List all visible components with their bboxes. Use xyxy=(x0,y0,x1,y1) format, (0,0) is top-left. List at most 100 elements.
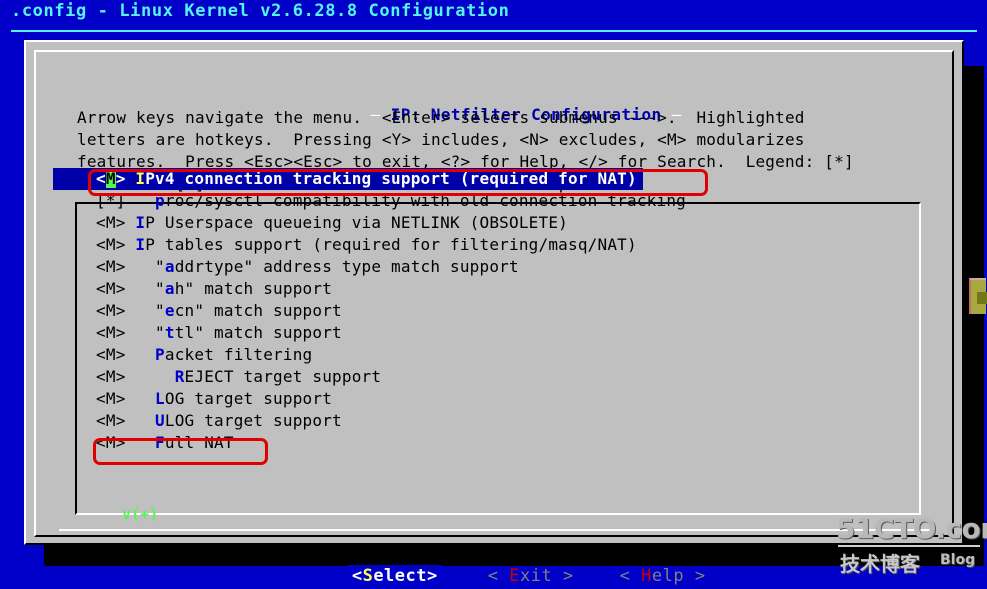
menu-item-label: EJECT target support xyxy=(184,367,382,386)
select-button-hotkey: S xyxy=(362,566,374,586)
button-bar-separator xyxy=(59,529,932,531)
menu-item-state-char: M xyxy=(105,345,116,364)
menu-item-state-open: < xyxy=(96,367,106,386)
help-text-line: Arrow keys navigate the menu. <Enter> se… xyxy=(77,108,805,127)
menu-item-selected[interactable]: <M> IPv4 connection tracking support (re… xyxy=(53,168,643,190)
menu-item-hotkey: e xyxy=(164,301,175,320)
menu-item-state-open: < xyxy=(96,411,106,430)
help-button[interactable]: < Help > xyxy=(620,566,706,586)
menu-item-state-char: M xyxy=(105,235,116,254)
menu-item[interactable]: <M> IPv4 connection tracking support (re… xyxy=(53,168,893,190)
menu-item-label: ull NAT xyxy=(164,433,234,452)
menu-item-state-open: < xyxy=(96,389,106,408)
window-title: .config - Linux Kernel v2.6.28.8 Configu… xyxy=(11,1,510,21)
help-button-post: > xyxy=(684,566,706,586)
button-bar: <Select> < Exit > < Help > xyxy=(26,545,966,589)
help-text-line: letters are hotkeys. Pressing <Y> includ… xyxy=(77,130,805,149)
menu-item-hotkey: R xyxy=(174,367,185,386)
menu-item-label: acket filtering xyxy=(164,345,313,364)
edge-widget-icon-inner xyxy=(977,292,987,304)
menu-item[interactable]: <M> Full NAT xyxy=(53,432,893,454)
menu-item-row[interactable]: <M> "ttl" match support xyxy=(53,322,893,344)
menu-item-state-close: > xyxy=(115,433,156,452)
menu-item[interactable]: <M> "ttl" match support xyxy=(53,322,893,344)
menu-item-state-open: < xyxy=(96,433,106,452)
menu-item-row[interactable]: [*] proc/sysctl compatibility with old c… xyxy=(53,190,893,212)
menu-item-label: ddrtype" address type match support xyxy=(174,257,519,276)
menu-item[interactable]: <M> "addrtype" address type match suppor… xyxy=(53,256,893,278)
screen: .config - Linux Kernel v2.6.28.8 Configu… xyxy=(0,0,987,589)
menu-item-state-close: > xyxy=(115,389,156,408)
menu-item[interactable]: <M> IP tables support (required for filt… xyxy=(53,234,893,256)
menu-item-state-open: < xyxy=(96,169,106,188)
scroll-down-indicator[interactable]: v(+) xyxy=(122,505,158,523)
menu-item-label: P tables support (required for filtering… xyxy=(145,235,637,254)
menu-item-state-char: M xyxy=(105,367,116,386)
menu-item-state-close: > " xyxy=(115,257,165,276)
menu-item[interactable]: <M> REJECT target support xyxy=(53,366,893,388)
help-button-label: elp xyxy=(651,566,685,586)
menu-item-hotkey: L xyxy=(155,389,165,408)
title-separator-rule xyxy=(11,30,977,32)
menu-item-row[interactable]: <M> LOG target support xyxy=(53,388,893,410)
menu-item-state-open: < xyxy=(96,235,106,254)
menu-item-state-char: * xyxy=(105,191,116,210)
exit-button[interactable]: < Exit > xyxy=(488,566,574,586)
menu-item-state-char: M xyxy=(105,411,116,430)
menu-item-label: roc/sysctl compatibility with old connec… xyxy=(164,191,687,210)
menu-item-hotkey: U xyxy=(155,411,165,430)
menu-item[interactable]: [*] proc/sysctl compatibility with old c… xyxy=(53,190,893,212)
window-title-bar: .config - Linux Kernel v2.6.28.8 Configu… xyxy=(0,0,987,38)
edge-widget-icon[interactable] xyxy=(969,278,987,314)
menu-item-state-open: < xyxy=(96,301,106,320)
menu-item-state-char: M xyxy=(105,257,116,276)
menu-item-state-char: M xyxy=(105,301,116,320)
menu-item-state-close: > xyxy=(115,213,136,232)
menu-item-hotkey: t xyxy=(164,323,175,342)
menu-item-state-close: > xyxy=(115,367,175,386)
menu-item-state-close: > " xyxy=(115,279,165,298)
menu-item-row[interactable]: <M> "addrtype" address type match suppor… xyxy=(53,256,893,278)
menu-item-hotkey: p xyxy=(155,191,165,210)
help-button-hotkey: H xyxy=(641,566,652,586)
menu-item[interactable]: <M> LOG target support xyxy=(53,388,893,410)
menu-item[interactable]: <M> "ah" match support xyxy=(53,278,893,300)
menu-item-hotkey: F xyxy=(155,433,165,452)
menu-item[interactable]: <M> IP Userspace queueing via NETLINK (O… xyxy=(53,212,893,234)
menu-item-row[interactable]: <M> REJECT target support xyxy=(53,366,893,388)
menu-item-row[interactable]: <M> "ah" match support xyxy=(53,278,893,300)
menu-item[interactable]: <M> "ecn" match support xyxy=(53,300,893,322)
menu-item-hotkey: a xyxy=(164,257,175,276)
exit-button-label: xit xyxy=(519,566,553,586)
menu-item-hotkey: I xyxy=(135,169,146,188)
menu-item-hotkey: I xyxy=(135,213,146,232)
menu-item-row[interactable]: <M> "ecn" match support xyxy=(53,300,893,322)
menu-item-row[interactable]: <M> ULOG target support xyxy=(53,410,893,432)
menu-item-state-char: M xyxy=(105,213,116,232)
menu-item-state-close: > xyxy=(115,411,156,430)
menu-item-hotkey: I xyxy=(135,235,146,254)
menu-item-state-close: > xyxy=(115,235,136,254)
menu-item-state-open: < xyxy=(96,257,106,276)
menu-item-label: OG target support xyxy=(164,389,333,408)
menu-item-row[interactable]: <M> IP Userspace queueing via NETLINK (O… xyxy=(53,212,893,234)
menu-item[interactable]: <M> ULOG target support xyxy=(53,410,893,432)
exit-button-pre: < xyxy=(487,566,510,586)
menu-item-state-open: < xyxy=(96,345,106,364)
menu-item-row[interactable]: <M> Packet filtering xyxy=(53,344,893,366)
menu-item-label: tl" match support xyxy=(174,323,342,342)
menu-item-label: cn" match support xyxy=(174,301,342,320)
menu-item-list: <M> IPv4 connection tracking support (re… xyxy=(53,168,893,454)
menu-item-state-open: < xyxy=(96,279,106,298)
menu-item-state-close: ] xyxy=(115,191,156,210)
select-button[interactable]: <Select> xyxy=(347,565,442,587)
menu-item-state-char: M xyxy=(105,433,116,452)
menu-item-state-char: M xyxy=(105,389,116,408)
select-button-label: elect> xyxy=(373,566,438,586)
menu-item-state-close: > " xyxy=(115,301,165,320)
menu-item[interactable]: <M> Packet filtering xyxy=(53,344,893,366)
menu-item-state-open: [ xyxy=(96,191,106,210)
menu-item-row[interactable]: <M> IP tables support (required for filt… xyxy=(53,234,893,256)
menu-item-row[interactable]: <M> Full NAT xyxy=(53,432,893,454)
exit-button-hotkey: E xyxy=(509,566,520,586)
